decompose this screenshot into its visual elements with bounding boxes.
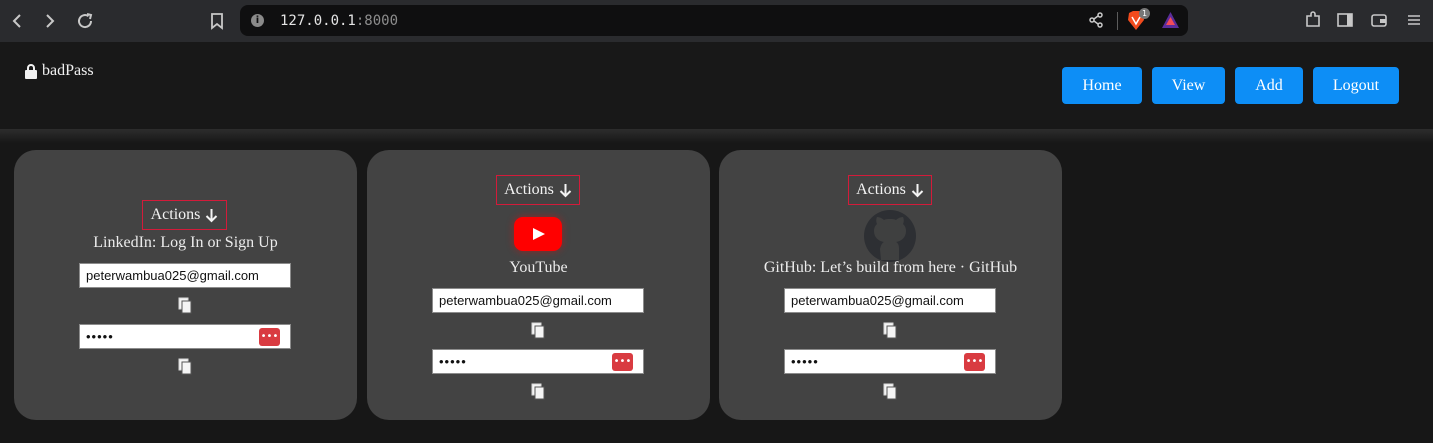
- home-button[interactable]: Home: [1062, 67, 1142, 104]
- back-icon[interactable]: [7, 11, 27, 31]
- lock-icon: [25, 64, 37, 79]
- email-field[interactable]: peterwambua025@gmail.com: [432, 288, 644, 313]
- password-field[interactable]: ••••• •••: [79, 324, 291, 349]
- extensions-icon[interactable]: [1304, 11, 1322, 29]
- site-title: YouTube: [509, 259, 568, 276]
- arrow-down-icon: [911, 183, 924, 197]
- reload-icon[interactable]: [75, 11, 95, 31]
- bookmark-icon[interactable]: [207, 11, 227, 31]
- logout-button[interactable]: Logout: [1313, 67, 1399, 104]
- actions-dropdown[interactable]: Actions: [848, 175, 932, 205]
- youtube-logo-icon: [514, 217, 562, 251]
- view-button[interactable]: View: [1152, 67, 1225, 104]
- password-manager-icon[interactable]: •••: [964, 353, 985, 371]
- email-field[interactable]: peterwambua025@gmail.com: [79, 263, 291, 288]
- arrow-down-icon: [206, 208, 218, 222]
- password-manager-icon[interactable]: •••: [259, 328, 280, 346]
- actions-dropdown[interactable]: Actions: [142, 200, 227, 230]
- email-field[interactable]: peterwambua025@gmail.com: [784, 288, 996, 313]
- wallet-icon[interactable]: [1370, 11, 1388, 29]
- sidebar-icon[interactable]: [1336, 11, 1354, 29]
- arrow-down-icon: [559, 183, 572, 197]
- copy-password-icon[interactable]: [178, 358, 192, 375]
- actions-dropdown[interactable]: Actions: [496, 175, 580, 205]
- copy-password-icon[interactable]: [531, 383, 545, 400]
- copy-email-icon[interactable]: [883, 322, 897, 339]
- password-card-youtube: Actions YouTube peterwambua025@gmail.com…: [367, 150, 710, 420]
- password-card-linkedin: Actions LinkedIn: Log In or Sign Up pete…: [14, 150, 357, 420]
- copy-email-icon[interactable]: [531, 322, 545, 339]
- share-icon[interactable]: [1088, 12, 1104, 28]
- password-field[interactable]: ••••• •••: [784, 349, 996, 374]
- forward-icon[interactable]: [40, 11, 60, 31]
- header-shadow: [0, 129, 1433, 143]
- site-info-icon[interactable]: i: [251, 14, 264, 27]
- shield-count-badge: 1: [1139, 8, 1150, 19]
- brand-name: badPass: [42, 62, 94, 79]
- password-field[interactable]: ••••• •••: [432, 349, 644, 374]
- site-title: LinkedIn: Log In or Sign Up: [93, 234, 278, 251]
- menu-icon[interactable]: [1405, 11, 1423, 29]
- toolbar-divider: [1117, 12, 1118, 30]
- brave-rewards-icon[interactable]: [1161, 11, 1180, 29]
- password-manager-icon[interactable]: •••: [612, 353, 633, 371]
- password-card-github: Actions GitHub: Let’s build from here · …: [719, 150, 1062, 420]
- copy-email-icon[interactable]: [178, 297, 192, 314]
- copy-password-icon[interactable]: [883, 383, 897, 400]
- add-button[interactable]: Add: [1235, 67, 1303, 104]
- url-text[interactable]: 127.0.0.1:8000: [280, 13, 398, 29]
- brand[interactable]: badPass: [24, 62, 94, 80]
- github-logo-icon: [864, 210, 916, 262]
